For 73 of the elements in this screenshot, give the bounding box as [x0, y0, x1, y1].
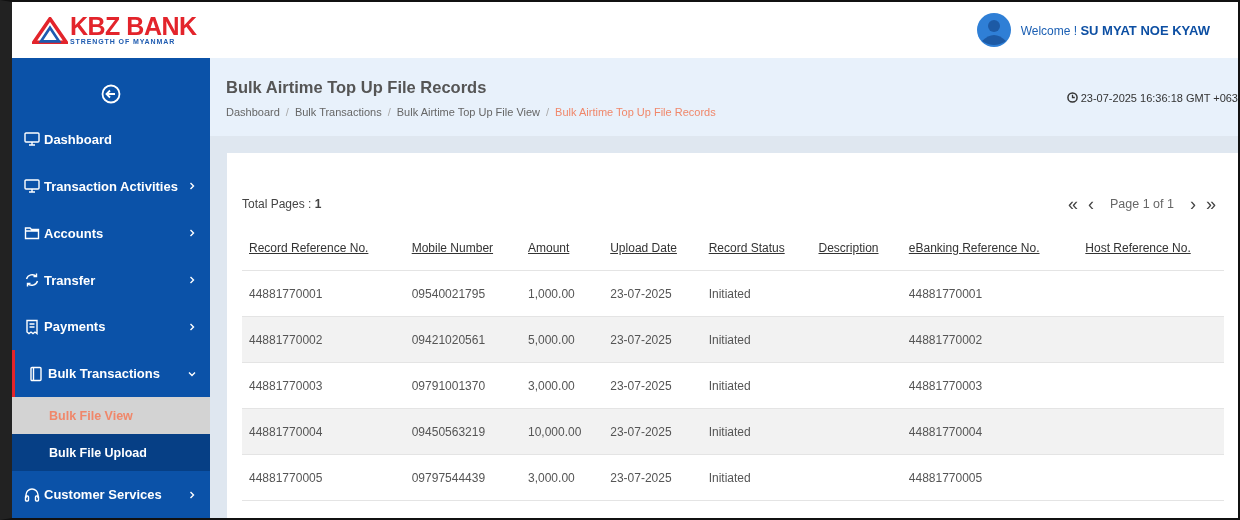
column-header[interactable]: Record Status [708, 241, 785, 255]
table-cell: 23-07-2025 [610, 332, 672, 347]
table-cell: 44881770004 [249, 424, 323, 439]
avatar-icon [976, 13, 1011, 47]
first-page-button[interactable]: « [1066, 195, 1081, 213]
breadcrumb-separator: / [387, 106, 391, 118]
table-cell: Initiated [708, 332, 751, 347]
breadcrumb-item[interactable]: Bulk Airtime Top Up File View [396, 106, 541, 118]
table-cell: 09791001370 [411, 378, 486, 393]
column-header[interactable]: Upload Date [610, 241, 677, 255]
monitor-icon [24, 178, 40, 195]
breadcrumb-item: Bulk Airtime Top Up File Records [555, 106, 716, 118]
table-cell: 23-07-2025 [610, 424, 672, 439]
table-cell: 44881770005 [908, 470, 983, 485]
nav-item[interactable]: Accounts [12, 209, 210, 257]
table-cell: 3,000.00 [528, 470, 575, 485]
column-header[interactable]: Mobile Number [411, 241, 494, 255]
welcome-text: Welcome ! SU MYAT NOE KYAW [1020, 22, 1210, 38]
table-cell: Initiated [708, 424, 751, 439]
breadcrumb-item[interactable]: Bulk Transactions [294, 106, 382, 118]
nav-item[interactable]: Customer Services [12, 471, 210, 518]
table-cell: 44881770001 [249, 286, 323, 301]
table-cell: Initiated [708, 378, 751, 393]
nav-item[interactable]: Payments [12, 303, 210, 351]
column-header[interactable]: Description [818, 241, 879, 255]
column-header[interactable]: Host Reference No. [1085, 241, 1191, 255]
headset-icon [24, 486, 40, 503]
table-cell: 09421020561 [411, 332, 486, 347]
table-cell: 23-07-2025 [610, 470, 672, 485]
table-cell: 44881770003 [908, 378, 983, 393]
clock-icon [1066, 92, 1078, 103]
table-cell: 44881770001 [908, 286, 983, 301]
nav-item[interactable]: Transaction Activities [12, 162, 210, 210]
page-indicator: Page 1 of 1 [1110, 197, 1174, 211]
logo-icon [32, 16, 68, 44]
table-cell: 44881770002 [908, 332, 983, 347]
page-title: Bulk Airtime Top Up File Records [226, 78, 488, 97]
cycle-icon [24, 272, 40, 289]
next-page-button[interactable]: › [1188, 195, 1198, 213]
previous-page-button[interactable]: ‹ [1086, 195, 1097, 213]
table-cell: 09797544439 [411, 470, 486, 485]
table-cell: 44881770005 [249, 470, 323, 485]
nav-item[interactable]: Dashboard [12, 115, 210, 163]
table-cell: Initiated [708, 286, 751, 301]
breadcrumb-separator: / [285, 106, 289, 118]
table-cell: Initiated [708, 470, 751, 485]
column-header[interactable]: Record Reference No. [249, 241, 369, 255]
table-cell: 3,000.00 [528, 378, 575, 393]
receipt-icon [24, 318, 40, 335]
table-cell: 09540021795 [411, 286, 486, 301]
column-header[interactable]: eBanking Reference No. [908, 241, 1040, 255]
total-pages: Total Pages : 1 [242, 197, 322, 211]
column-header[interactable]: Amount [528, 241, 570, 255]
nav-item[interactable]: Transfer [12, 256, 210, 304]
table-cell: 23-07-2025 [610, 378, 672, 393]
table-cell: 44881770003 [249, 378, 323, 393]
back-icon[interactable] [101, 84, 121, 104]
book-icon [28, 365, 44, 382]
table-cell: 23-07-2025 [610, 286, 672, 301]
breadcrumb-separator: / [546, 106, 550, 118]
folder-icon [24, 225, 40, 242]
table-cell: 1,000.00 [528, 286, 575, 301]
logo-name: KBZ BANK [70, 14, 197, 38]
table-cell: 09450563219 [411, 424, 486, 439]
table-cell: 10,000.00 [528, 424, 582, 439]
monitor-icon [24, 131, 40, 148]
table-cell: 44881770004 [908, 424, 983, 439]
table-cell: 5,000.00 [528, 332, 575, 347]
last-page-button[interactable]: » [1204, 195, 1218, 213]
breadcrumb-item[interactable]: Dashboard [226, 106, 280, 118]
table-cell: 44881770002 [249, 332, 323, 347]
submenu-item[interactable]: Bulk File Upload [12, 434, 210, 472]
date-time: 23-07-2025 16:36:18 GMT +063 [1080, 92, 1238, 104]
